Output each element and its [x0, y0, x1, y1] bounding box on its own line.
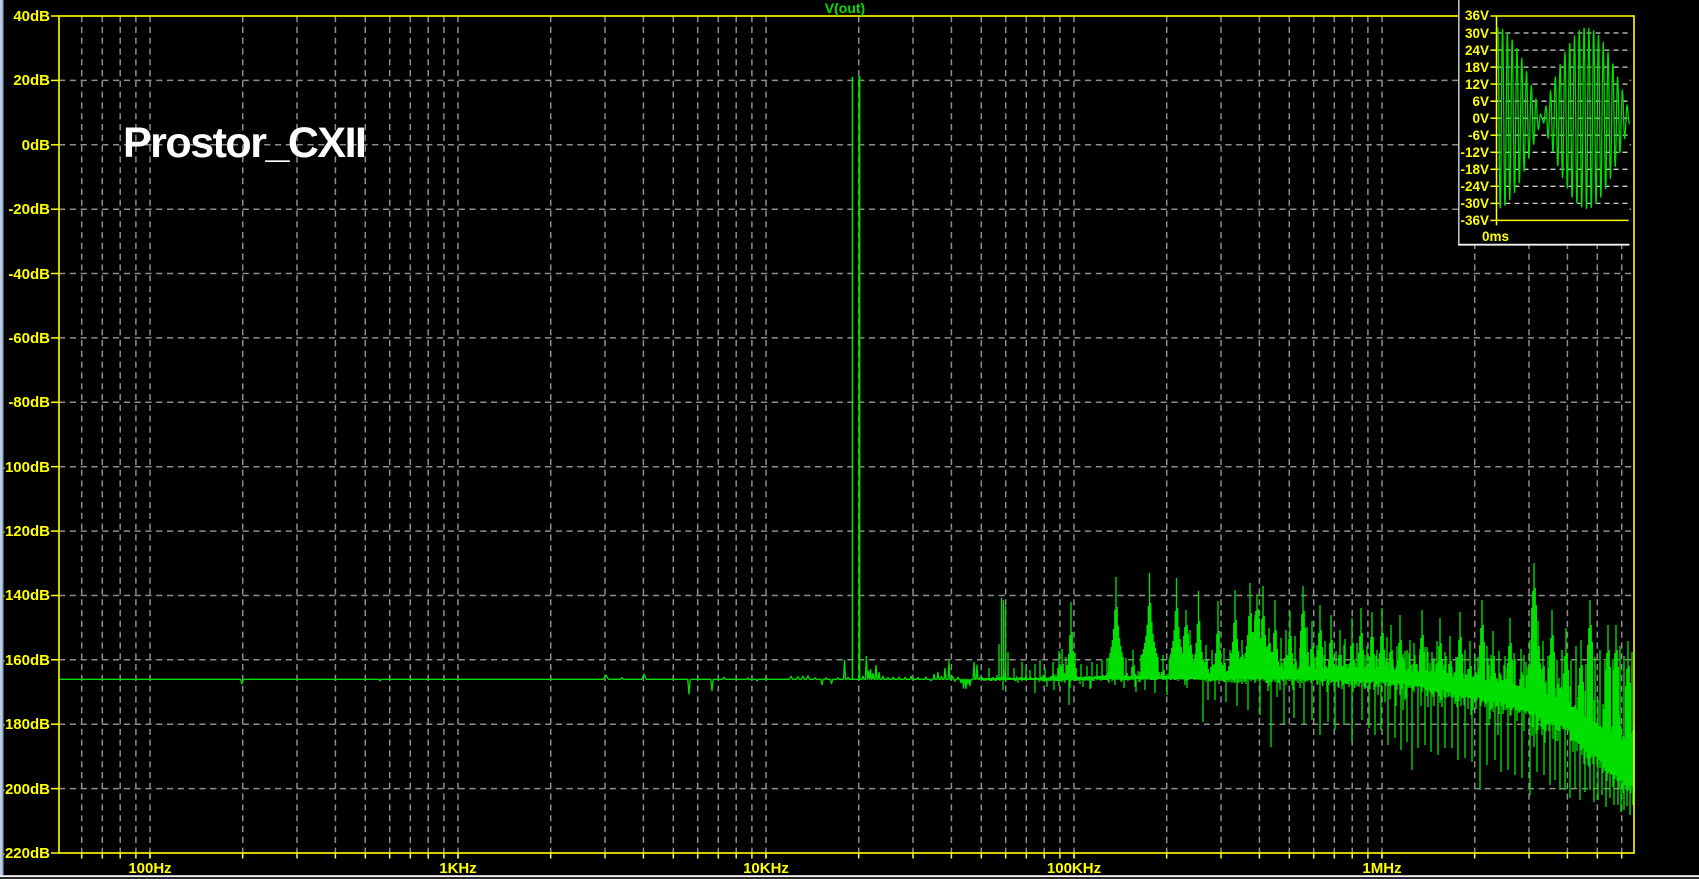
svg-text:-12V: -12V: [1460, 145, 1489, 160]
svg-text:24V: 24V: [1465, 43, 1489, 58]
svg-text:-40dB: -40dB: [8, 266, 50, 283]
svg-text:-24V: -24V: [1460, 179, 1489, 194]
svg-text:-20dB: -20dB: [8, 201, 50, 218]
svg-text:30V: 30V: [1465, 26, 1489, 41]
svg-text:-36V: -36V: [1460, 213, 1489, 228]
svg-text:0ms: 0ms: [1482, 229, 1509, 244]
svg-text:-18V: -18V: [1460, 162, 1489, 177]
svg-text:-80dB: -80dB: [8, 394, 50, 411]
svg-text:40dB: 40dB: [13, 8, 50, 25]
svg-text:-100dB: -100dB: [0, 459, 50, 476]
svg-text:-140dB: -140dB: [0, 587, 50, 604]
svg-text:100KHz: 100KHz: [1047, 860, 1101, 877]
svg-text:0dB: 0dB: [22, 137, 51, 154]
svg-text:0V: 0V: [1472, 111, 1489, 126]
svg-text:1KHz: 1KHz: [439, 860, 477, 877]
svg-text:100Hz: 100Hz: [128, 860, 171, 877]
svg-text:18V: 18V: [1465, 60, 1489, 75]
svg-text:Prostor_CXII: Prostor_CXII: [123, 119, 367, 167]
svg-text:20dB: 20dB: [13, 72, 50, 89]
svg-text:6V: 6V: [1472, 94, 1489, 109]
svg-text:-180dB: -180dB: [0, 716, 50, 733]
svg-text:-30V: -30V: [1460, 196, 1489, 211]
svg-text:36V: 36V: [1465, 8, 1489, 23]
svg-text:-6V: -6V: [1468, 128, 1489, 143]
svg-text:1MHz: 1MHz: [1362, 860, 1401, 877]
svg-text:10KHz: 10KHz: [743, 860, 789, 877]
svg-text:-60dB: -60dB: [8, 330, 50, 347]
svg-text:-160dB: -160dB: [0, 652, 50, 669]
svg-text:-200dB: -200dB: [0, 781, 50, 798]
svg-text:V(out): V(out): [825, 0, 865, 16]
svg-text:-120dB: -120dB: [0, 523, 50, 540]
svg-text:12V: 12V: [1465, 77, 1489, 92]
svg-text:-220dB: -220dB: [0, 845, 50, 862]
